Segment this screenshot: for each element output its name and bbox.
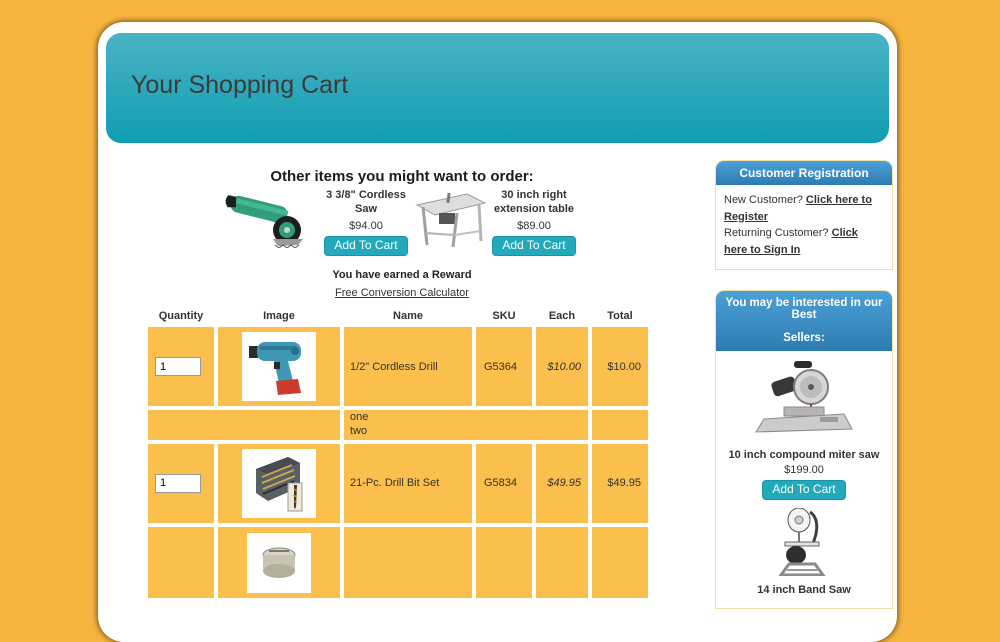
cart-table: Quantity Image Name SKU Each Total xyxy=(144,306,652,602)
item-total-price: $10.00 xyxy=(592,327,648,406)
best-sellers-title: You may be interested in our Best Seller… xyxy=(716,291,892,351)
item-total-price: $49.95 xyxy=(592,444,648,523)
cordless-circular-saw-image xyxy=(223,192,319,253)
best-seller-name: 14 inch Band Saw xyxy=(720,584,888,596)
best-sellers-box: You may be interested in our Best Seller… xyxy=(715,290,893,609)
drill-bit-set-image xyxy=(242,449,316,518)
product-price: $94.00 xyxy=(319,220,413,232)
quantity-cell xyxy=(148,527,214,598)
band-saw-image xyxy=(720,508,888,579)
table-row: 1/2" Cordless Drill G5364 $10.00 $10.00 xyxy=(148,327,648,406)
empty-cell xyxy=(148,410,340,440)
empty-cell xyxy=(592,410,648,440)
quantity-input[interactable] xyxy=(155,357,201,376)
item-sku-cell xyxy=(476,527,532,598)
column-header-total: Total xyxy=(592,310,648,323)
page-title: Your Shopping Cart xyxy=(106,33,889,100)
suggestions-heading: Other items you might want to order: xyxy=(148,168,656,185)
item-each-price: $49.95 xyxy=(536,444,588,523)
note-cell: one two xyxy=(344,410,588,440)
page-card: Your Shopping Cart Other items you might… xyxy=(98,22,897,642)
image-cell xyxy=(218,527,340,598)
product-name: 30 inch right extension table xyxy=(487,189,581,217)
customer-registration-title: Customer Registration xyxy=(716,161,892,185)
quantity-cell xyxy=(148,327,214,406)
reward-message: You have earned a Reward xyxy=(148,269,656,281)
item-name: 1/2" Cordless Drill xyxy=(344,327,472,406)
item-each-price: $10.00 xyxy=(536,327,588,406)
main-content: Other items you might want to order: xyxy=(148,168,656,602)
column-header-quantity: Quantity xyxy=(148,310,214,323)
best-seller-price: $199.00 xyxy=(720,464,888,476)
conversion-calculator-link[interactable]: Free Conversion Calculator xyxy=(335,287,469,299)
note-line: two xyxy=(350,425,587,439)
image-cell xyxy=(218,327,340,406)
add-to-cart-button[interactable]: Add To Cart xyxy=(492,236,575,256)
table-row-note: one two xyxy=(148,410,648,440)
image-cell xyxy=(218,444,340,523)
new-customer-label: New Customer? xyxy=(724,194,803,206)
suggested-product: 3 3/8" Cordless Saw $94.00 Add To Cart xyxy=(223,189,413,256)
miter-saw-image xyxy=(720,359,888,444)
table-row: 21-Pc. Drill Bit Set G5834 $49.95 $49.95 xyxy=(148,444,648,523)
quantity-cell xyxy=(148,444,214,523)
returning-customer-label: Returning Customer? xyxy=(724,227,829,239)
cordless-drill-image xyxy=(242,332,316,401)
item-name-cell xyxy=(344,527,472,598)
suggested-product-info: 30 inch right extension table $89.00 Add… xyxy=(487,189,581,256)
quantity-input[interactable] xyxy=(155,474,201,493)
table-saw-image xyxy=(413,189,487,256)
customer-registration-box: Customer Registration New Customer? Clic… xyxy=(715,160,893,270)
best-sellers-body: 10 inch compound miter saw $199.00 Add T… xyxy=(716,351,892,608)
product-name: 3 3/8" Cordless Saw xyxy=(319,189,413,217)
cart-table-header-row: Quantity Image Name SKU Each Total xyxy=(148,310,648,323)
best-sellers-title-line2: Sellers: xyxy=(718,332,890,344)
sidebar: Customer Registration New Customer? Clic… xyxy=(715,160,893,609)
item-each-cell xyxy=(536,527,588,598)
column-header-sku: SKU xyxy=(476,310,532,323)
customer-registration-body: New Customer? Click here to Register Ret… xyxy=(716,185,892,269)
product-price: $89.00 xyxy=(487,220,581,232)
item-sku: G5834 xyxy=(476,444,532,523)
table-row xyxy=(148,527,648,598)
note-line: one xyxy=(350,411,587,425)
column-header-image: Image xyxy=(218,310,340,323)
add-to-cart-button[interactable]: Add To Cart xyxy=(324,236,407,256)
column-header-name: Name xyxy=(344,310,472,323)
suggested-product-info: 3 3/8" Cordless Saw $94.00 Add To Cart xyxy=(319,189,413,256)
suggested-products: 3 3/8" Cordless Saw $94.00 Add To Cart xyxy=(148,189,656,256)
item-sku: G5364 xyxy=(476,327,532,406)
product-image xyxy=(247,533,311,593)
suggested-product: 30 inch right extension table $89.00 Add… xyxy=(413,189,581,256)
item-total-cell xyxy=(592,527,648,598)
best-sellers-title-line1: You may be interested in our Best xyxy=(718,297,890,321)
best-seller-name: 10 inch compound miter saw xyxy=(720,449,888,461)
add-to-cart-button[interactable]: Add To Cart xyxy=(762,480,845,500)
column-header-each: Each xyxy=(536,310,588,323)
conversion-calculator-linkwrap: Free Conversion Calculator xyxy=(148,287,656,299)
header-banner: Your Shopping Cart xyxy=(106,33,889,143)
item-name: 21-Pc. Drill Bit Set xyxy=(344,444,472,523)
